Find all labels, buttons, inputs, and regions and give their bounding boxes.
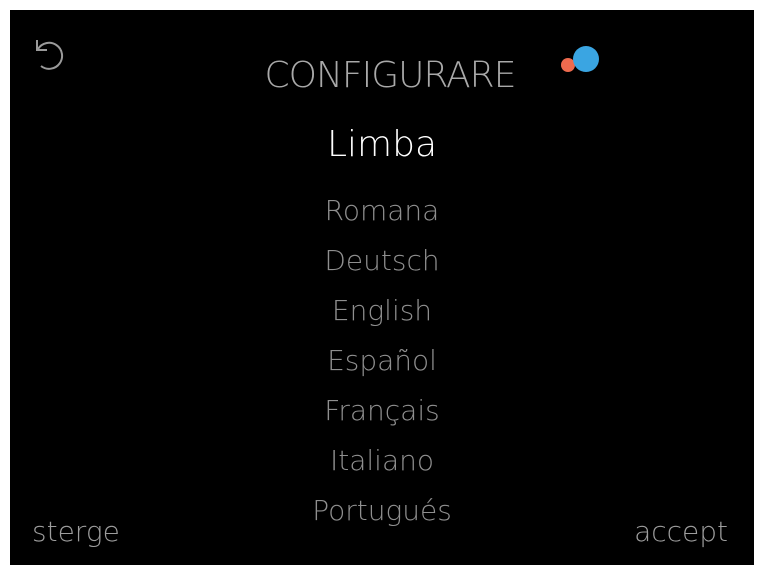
language-option-espanol[interactable]: Español [10, 338, 754, 388]
language-option-francais[interactable]: Français [10, 388, 754, 438]
status-indicator [561, 45, 611, 75]
device-screen: CONFIGURARE Limba Romana Deutsch English… [10, 10, 754, 565]
blue-dot-icon [573, 46, 599, 72]
accept-button[interactable]: accept [634, 515, 728, 548]
header: CONFIGURARE [240, 54, 540, 98]
language-option-english[interactable]: English [10, 288, 754, 338]
back-button[interactable] [27, 30, 67, 70]
language-list: Romana Deutsch English Español Français … [10, 188, 754, 538]
language-option-romana[interactable]: Romana [10, 188, 754, 238]
page-title: CONFIGURARE [264, 55, 517, 96]
delete-button[interactable]: sterge [32, 515, 120, 548]
language-option-deutsch[interactable]: Deutsch [10, 238, 754, 288]
section-heading: Limba [326, 124, 438, 165]
undo-arrow-icon [36, 40, 64, 70]
language-option-italiano[interactable]: Italiano [10, 438, 754, 488]
